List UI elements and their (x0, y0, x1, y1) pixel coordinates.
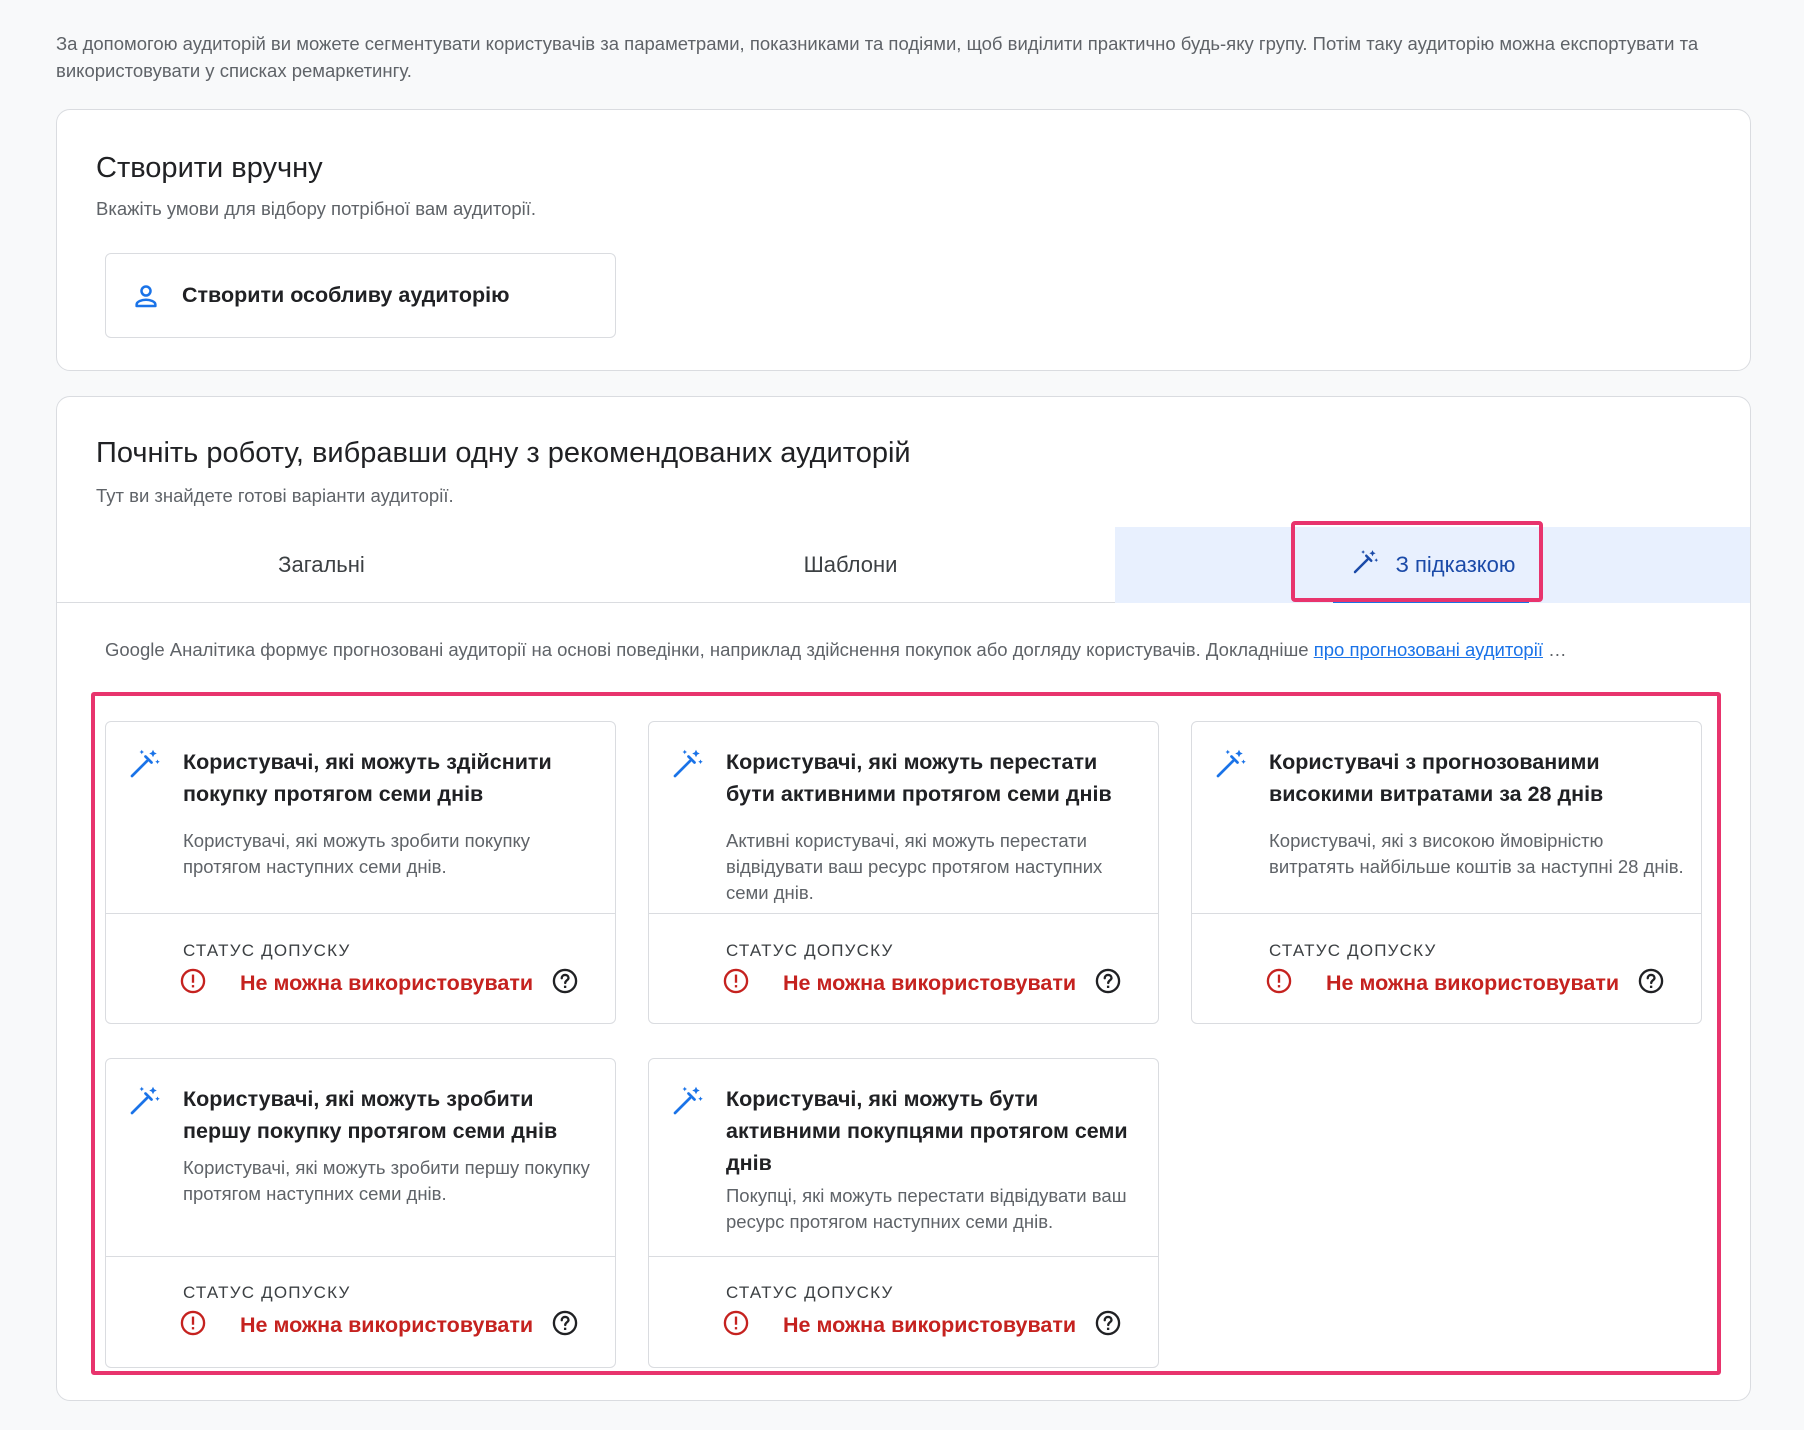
eligibility-status: Не можна використовувати (180, 1309, 579, 1342)
card-divider (106, 1256, 615, 1257)
audience-description: Покупці, які можуть перестати відвідуват… (726, 1185, 1127, 1232)
card-divider (649, 1256, 1158, 1257)
eligibility-status-value: Не можна використовувати (240, 971, 534, 995)
audience-title: Користувачі, які можуть зробити першу по… (183, 1087, 558, 1143)
eligibility-status-label: СТАТУС ДОПУСКУ (1269, 941, 1437, 960)
card-divider (1192, 913, 1701, 914)
eligibility-status-label: СТАТУС ДОПУСКУ (183, 1283, 351, 1302)
help-icon[interactable] (1094, 967, 1122, 1000)
create-manual-title: Створити вручну (96, 152, 323, 184)
audience-description: Користувачі, які можуть зробити покупку … (183, 830, 531, 877)
card-divider (649, 913, 1158, 914)
card-divider (106, 913, 615, 914)
error-icon (1265, 967, 1293, 1000)
audience-description: Користувачі, які можуть зробити першу по… (183, 1157, 590, 1204)
help-icon[interactable] (1637, 967, 1665, 1000)
active-tab-indicator (1333, 599, 1529, 603)
help-icon[interactable] (1094, 1309, 1122, 1342)
eligibility-status-label: СТАТУС ДОПУСКУ (726, 1283, 894, 1302)
eligibility-status-label: СТАТУС ДОПУСКУ (726, 941, 894, 960)
audience-description: Користувачі, які з високою ймовірністю в… (1269, 830, 1684, 877)
tab-predictive-label: З підказкою (1395, 552, 1516, 577)
audience-title: Користувачі, які можуть перестати бути а… (726, 750, 1112, 806)
tab-templates[interactable]: Шаблони (586, 527, 1115, 603)
recommended-audiences-card: Почніть роботу, вибравши одну з рекоменд… (56, 396, 1751, 1401)
error-icon (179, 1309, 207, 1342)
eligibility-status: Не можна використовувати (723, 1309, 1122, 1342)
audience-title: Користувачі, які можуть бути активними п… (726, 1087, 1128, 1175)
eligibility-status: Не можна використовувати (723, 967, 1122, 1000)
recommended-subtitle: Тут ви знайдете готові варіанти аудиторі… (96, 485, 454, 506)
predictive-audience-card[interactable]: Користувачі, які можуть перестати бути а… (648, 721, 1159, 1024)
create-custom-audience-button[interactable]: Створити особливу аудиторію (105, 253, 616, 338)
audience-tabs: Загальні Шаблони З підказкою (57, 527, 1750, 603)
eligibility-status-label: СТАТУС ДОПУСКУ (183, 941, 351, 960)
eligibility-status-value: Не можна використовувати (783, 971, 1077, 995)
predictive-info-text: Google Аналітика формує прогнозовані ауд… (105, 639, 1314, 660)
magic-wand-icon (669, 1083, 705, 1119)
eligibility-status: Не можна використовувати (1266, 967, 1665, 1000)
tab-general-label: Загальні (278, 552, 365, 577)
tab-general[interactable]: Загальні (57, 527, 586, 603)
recommended-title: Почніть роботу, вибравши одну з рекоменд… (96, 437, 911, 469)
info-ellipsis: … (1542, 639, 1567, 660)
predictive-audience-card[interactable]: Користувачі з прогнозованими високими ви… (1191, 721, 1702, 1024)
eligibility-status-value: Не можна використовувати (1326, 971, 1620, 995)
predictive-info: Google Аналітика формує прогнозовані ауд… (105, 637, 1665, 663)
eligibility-status: Не можна використовувати (180, 967, 579, 1000)
predictive-audience-card[interactable]: Користувачі, які можуть здійснити покупк… (105, 721, 616, 1024)
error-icon (179, 967, 207, 1000)
error-icon (722, 1309, 750, 1342)
magic-wand-icon (669, 746, 705, 782)
predictive-audiences-link[interactable]: про прогнозовані аудиторії (1314, 639, 1543, 660)
audience-title: Користувачі з прогнозованими високими ви… (1269, 750, 1604, 806)
magic-wand-icon (126, 746, 162, 782)
eligibility-status-value: Не можна використовувати (240, 1313, 534, 1337)
tab-predictive[interactable]: З підказкою (1115, 527, 1750, 603)
eligibility-status-value: Не можна використовувати (783, 1313, 1077, 1337)
magic-wand-icon (126, 1083, 162, 1119)
create-custom-audience-label: Створити особливу аудиторію (182, 283, 510, 307)
error-icon (722, 967, 750, 1000)
create-manual-subtitle: Вкажіть умови для відбору потрібної вам … (96, 198, 537, 219)
magic-wand-icon (1212, 746, 1248, 782)
create-manual-card: Створити вручну Вкажіть умови для відбор… (56, 109, 1751, 371)
tab-templates-label: Шаблони (803, 552, 898, 577)
audience-description: Активні користувачі, які можуть перестат… (726, 830, 1103, 903)
magic-wand-icon (1350, 547, 1380, 583)
person-icon (130, 280, 162, 312)
predictive-audience-card[interactable]: Користувачі, які можуть зробити першу по… (105, 1058, 616, 1368)
audience-title: Користувачі, які можуть здійснити покупк… (183, 750, 552, 806)
help-icon[interactable] (551, 967, 579, 1000)
intro-text: За допомогою аудиторій ви можете сегмент… (56, 33, 1699, 81)
help-icon[interactable] (551, 1309, 579, 1342)
predictive-audience-card[interactable]: Користувачі, які можуть бути активними п… (648, 1058, 1159, 1368)
